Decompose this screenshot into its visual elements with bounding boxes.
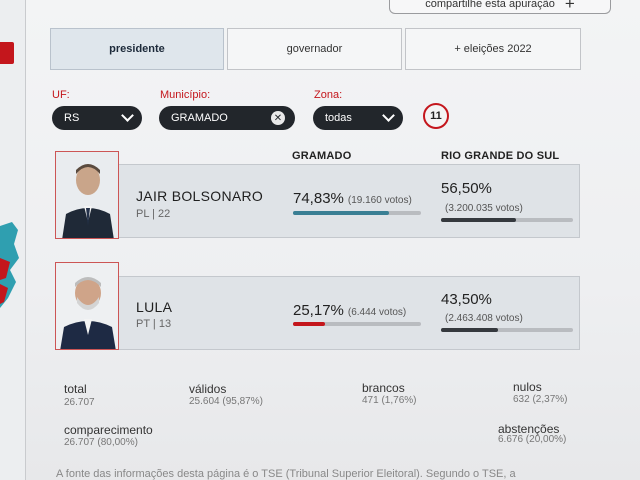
avatar-lula bbox=[55, 262, 119, 350]
candidate-party: PL | 22 bbox=[136, 208, 171, 220]
stat-brancos-value: 471 (1,76%) bbox=[362, 395, 417, 406]
stat-total-value: 26.707 bbox=[64, 397, 95, 408]
plus-icon: + bbox=[564, 0, 575, 13]
stat-validos-value: 25.604 (95,87%) bbox=[189, 396, 263, 407]
brazil-map-fragment bbox=[0, 222, 19, 308]
municipio-value: GRAMADO bbox=[171, 112, 228, 124]
side-panel bbox=[0, 0, 26, 480]
state-progress-bar bbox=[441, 328, 573, 332]
zona-value: todas bbox=[325, 112, 352, 124]
side-panel-red-button[interactable] bbox=[0, 42, 14, 64]
zona-label: Zona: bbox=[314, 89, 343, 101]
state-percentage: 56,50% bbox=[441, 180, 492, 197]
avatar-bolsonaro bbox=[55, 151, 119, 239]
tab-presidente[interactable]: presidente bbox=[50, 28, 224, 70]
local-votes: (6.444 votos) bbox=[347, 307, 407, 318]
state-votes: (3.200.035 votos) bbox=[445, 203, 523, 214]
state-progress-bar bbox=[441, 218, 573, 222]
stat-comparecimento-value: 26.707 (80,00%) bbox=[64, 437, 138, 448]
uf-value: RS bbox=[64, 112, 80, 124]
source-footnote: A fonte das informações desta página é o… bbox=[56, 468, 516, 480]
local-progress-bar bbox=[293, 211, 421, 215]
tab-eleicoes-2022[interactable]: + eleições 2022 bbox=[405, 28, 581, 70]
state-votes: (2.463.408 votos) bbox=[445, 313, 523, 324]
chevron-down-icon bbox=[121, 109, 134, 122]
zona-select[interactable]: todas bbox=[313, 106, 403, 130]
stat-comparecimento-label: comparecimento bbox=[64, 423, 153, 437]
local-progress-fill bbox=[293, 211, 389, 215]
tab-governador[interactable]: governador bbox=[227, 28, 402, 70]
candidate-party: PT | 13 bbox=[136, 318, 172, 330]
share-label: compartilhe esta apuração bbox=[425, 0, 555, 10]
uf-label: UF: bbox=[52, 89, 70, 101]
zone-count-badge: 11 bbox=[423, 103, 449, 129]
local-votes: (19.160 votos) bbox=[347, 195, 412, 206]
local-percentage: 74,83% (19.160 votos) bbox=[293, 190, 412, 207]
state-percentage: 43,50% bbox=[441, 291, 492, 308]
chevron-down-icon bbox=[382, 109, 395, 122]
local-progress-bar bbox=[293, 322, 421, 326]
local-percentage: 25,17% (6.444 votos) bbox=[293, 302, 407, 319]
municipio-label: Município: bbox=[160, 89, 211, 101]
municipio-select[interactable]: GRAMADO ✕ bbox=[159, 106, 295, 130]
office-tabs: presidente governador + eleições 2022 bbox=[50, 28, 581, 70]
state-progress-fill bbox=[441, 218, 516, 222]
local-progress-fill bbox=[293, 322, 326, 326]
stat-total-label: total bbox=[64, 382, 87, 396]
stat-nulos-label: nulos bbox=[513, 380, 542, 394]
stat-abstencoes-value: 6.676 (20,00%) bbox=[498, 434, 567, 445]
stat-brancos-label: brancos bbox=[362, 381, 405, 395]
election-results-page: compartilhe esta apuração + presidente g… bbox=[26, 0, 640, 480]
state-progress-fill bbox=[441, 328, 499, 332]
clear-icon[interactable]: ✕ bbox=[271, 111, 285, 125]
candidate-name: JAIR BOLSONARO bbox=[136, 188, 264, 204]
share-results-button[interactable]: compartilhe esta apuração + bbox=[389, 0, 611, 14]
uf-select[interactable]: RS bbox=[52, 106, 142, 130]
state-column-header: RIO GRANDE DO SUL bbox=[441, 150, 560, 162]
stat-nulos-value: 632 (2,37%) bbox=[513, 394, 568, 405]
local-column-header: GRAMADO bbox=[292, 150, 352, 162]
stat-validos-label: válidos bbox=[189, 382, 227, 396]
candidate-name: LULA bbox=[136, 299, 173, 315]
